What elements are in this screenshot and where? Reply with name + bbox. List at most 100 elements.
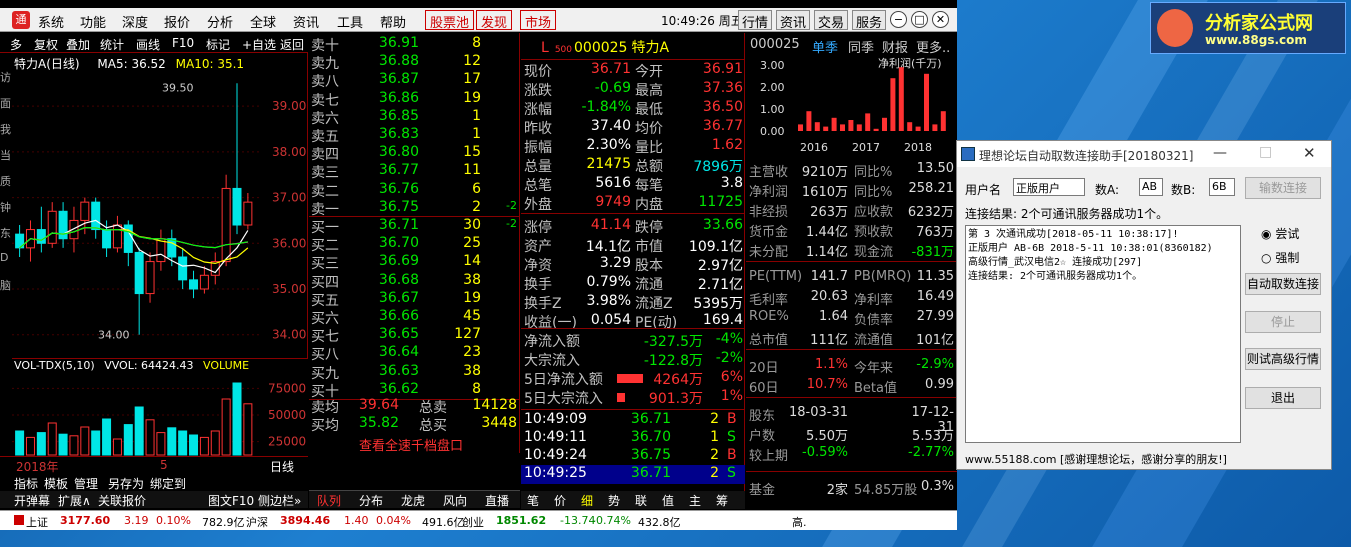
menu-item-1[interactable]: 功能	[80, 12, 106, 31]
username-field[interactable]: 正版用户	[1013, 178, 1085, 196]
dialog-minimize-icon[interactable]: —	[1213, 145, 1227, 161]
quote-tab-1[interactable]: 价	[554, 492, 566, 509]
chart-tool-3[interactable]: 统计	[100, 36, 124, 53]
chart-tab2-0[interactable]: 开弹幕	[14, 492, 50, 509]
bids-price: 36.64	[378, 344, 419, 361]
quote-label-a: 净资	[524, 258, 552, 274]
quote-tab-6[interactable]: 主	[689, 492, 701, 509]
fin-header-4[interactable]: 更多..	[916, 37, 950, 56]
full-depth-link[interactable]: 查看全速千档盘口	[359, 435, 463, 454]
book-tab-0[interactable]: 队列	[317, 492, 341, 509]
chart-tab-2[interactable]: 管理	[74, 475, 98, 492]
trade-button[interactable]: 交易	[814, 10, 849, 31]
stock-pool-button[interactable]: 股票池	[425, 10, 475, 31]
quote-tab-5[interactable]: 值	[662, 492, 674, 509]
bids-row-6[interactable]: 买七 36.65 127	[309, 326, 520, 345]
fin-value-a: 2家	[826, 483, 848, 498]
book-tab-4[interactable]: 直播	[485, 492, 509, 509]
bids-row-4[interactable]: 买五 36.67 19	[309, 290, 520, 309]
quote-tab-2[interactable]: 细	[581, 492, 593, 509]
bids-row-2[interactable]: 买三 36.69 14	[309, 253, 520, 272]
chart-tab2-3[interactable]: 图文F10	[208, 492, 254, 509]
asks-row-6[interactable]: 卖四 36.80 15	[309, 144, 520, 163]
connect-log[interactable]: 第 3 次通讯成功[2018-05-11 10:38:17]! 正版用户 AB-6…	[965, 225, 1241, 443]
info-button[interactable]: 资讯	[776, 10, 811, 31]
book-tab-2[interactable]: 龙虎	[401, 492, 425, 509]
chart-tool-1[interactable]: 复权	[34, 36, 58, 53]
market-button[interactable]: 市场	[520, 10, 557, 31]
asks-row-9[interactable]: 卖一 36.75 2 -2	[309, 199, 520, 218]
profit-title: 净利润(千万)	[878, 56, 942, 70]
bids-row-7[interactable]: 买八 36.64 23	[309, 344, 520, 363]
book-tab-1[interactable]: 分布	[359, 492, 383, 509]
chart-tool-0[interactable]: 多	[10, 36, 22, 53]
asks-row-5[interactable]: 卖五 36.83 1	[309, 126, 520, 145]
chart-tab-1[interactable]: 模板	[44, 475, 68, 492]
status-cy-0: 创业	[462, 516, 484, 529]
quote-tab-0[interactable]: 笔	[527, 492, 539, 509]
num-b-field[interactable]: 6B	[1209, 178, 1235, 196]
chart-tab2-4[interactable]: 侧边栏»	[258, 492, 301, 509]
chart-tool-8[interactable]: 返回	[280, 36, 304, 53]
bids-row-5[interactable]: 买六 36.66 45	[309, 308, 520, 327]
asks-row-0[interactable]: 卖十 36.91 8	[309, 35, 520, 54]
chart-tab-3[interactable]: 另存为	[108, 475, 144, 492]
chart-tool-4[interactable]: 画线	[136, 36, 160, 53]
close-icon[interactable]: ✕	[932, 11, 949, 28]
asks-row-3[interactable]: 卖七 36.86 19	[309, 90, 520, 109]
chart-tab2-1[interactable]: 扩展∧	[58, 492, 91, 509]
service-button[interactable]: 服务	[852, 10, 887, 31]
quote-divider-3	[521, 409, 745, 410]
restore-icon[interactable]: □	[911, 11, 928, 28]
chart-tool-7[interactable]: +自选	[242, 36, 276, 53]
menu-item-0[interactable]: 系统	[38, 12, 64, 31]
chart-tab2-2[interactable]: 关联报价	[98, 492, 146, 509]
dialog-close-icon[interactable]: ✕	[1303, 144, 1316, 162]
quote-tab-4[interactable]: 联	[635, 492, 647, 509]
stop-button[interactable]: 停止	[1245, 311, 1321, 333]
num-a-field[interactable]: AB	[1139, 178, 1163, 196]
chart-tool-2[interactable]: 叠加	[66, 36, 90, 53]
radio-force[interactable]: ○ 强制	[1261, 249, 1299, 266]
book-tab-3[interactable]: 风向	[443, 492, 467, 509]
exit-button[interactable]: 退出	[1245, 387, 1321, 409]
chart-tool-5[interactable]: F10	[172, 36, 194, 50]
menu-item-7[interactable]: 工具	[337, 12, 363, 31]
quote-button[interactable]: 行情	[738, 10, 773, 31]
minimize-icon[interactable]: −	[890, 11, 907, 28]
radio-try[interactable]: ◉ 尝试	[1261, 225, 1299, 242]
fin-header-0[interactable]: 000025	[750, 37, 800, 52]
avg-sell-label: 卖均	[311, 400, 339, 416]
asks-row-2[interactable]: 卖八 36.87 17	[309, 71, 520, 90]
asks-row-4[interactable]: 卖六 36.85 1	[309, 108, 520, 127]
quote-tab-3[interactable]: 势	[608, 492, 620, 509]
kline-chart[interactable]: 39.00 38.00 37.00 36.00 35.00 34.00 39.50 34.00…	[12, 53, 308, 358]
fin-header-3[interactable]: 财报	[882, 37, 908, 56]
fin-header-2[interactable]: 同季	[848, 37, 874, 56]
menu-item-6[interactable]: 资讯	[293, 12, 319, 31]
chart-tab-4[interactable]: 绑定到	[150, 475, 186, 492]
chart-tool-6[interactable]: 标记	[206, 36, 230, 53]
period-label[interactable]: 日线	[270, 458, 294, 475]
menu-item-2[interactable]: 深度	[122, 12, 148, 31]
menu-item-8[interactable]: 帮助	[380, 12, 406, 31]
test-advanced-button[interactable]: 则试高级行情	[1245, 348, 1321, 370]
bids-row-3[interactable]: 买四 36.68 38	[309, 272, 520, 291]
discover-button[interactable]: 发现	[476, 10, 513, 31]
menu-item-5[interactable]: 全球	[250, 12, 276, 31]
menu-item-4[interactable]: 分析	[207, 12, 233, 31]
input-connect-button[interactable]: 输数连接	[1245, 177, 1321, 199]
fin-header-1[interactable]: 单季	[812, 37, 838, 56]
auto-connect-button[interactable]: 自动取数连接	[1245, 273, 1321, 295]
asks-row-8[interactable]: 卖二 36.76 6	[309, 181, 520, 200]
asks-row-1[interactable]: 卖九 36.88 12	[309, 53, 520, 72]
asks-price: 36.75	[378, 198, 419, 215]
bids-row-0[interactable]: 买一 36.71 30 -2	[309, 217, 520, 236]
asks-row-7[interactable]: 卖三 36.77 11	[309, 162, 520, 181]
chart-tab-0[interactable]: 指标	[14, 475, 38, 492]
bids-row-8[interactable]: 买九 36.63 38	[309, 363, 520, 382]
volume-panel[interactable]: 75000 50000 25000 VOL-TDX(5,10) VVOL: 6442…	[12, 358, 308, 456]
menu-item-3[interactable]: 报价	[164, 12, 190, 31]
quote-tab-7[interactable]: 筹	[716, 492, 728, 509]
bids-row-1[interactable]: 买二 36.70 25	[309, 235, 520, 254]
